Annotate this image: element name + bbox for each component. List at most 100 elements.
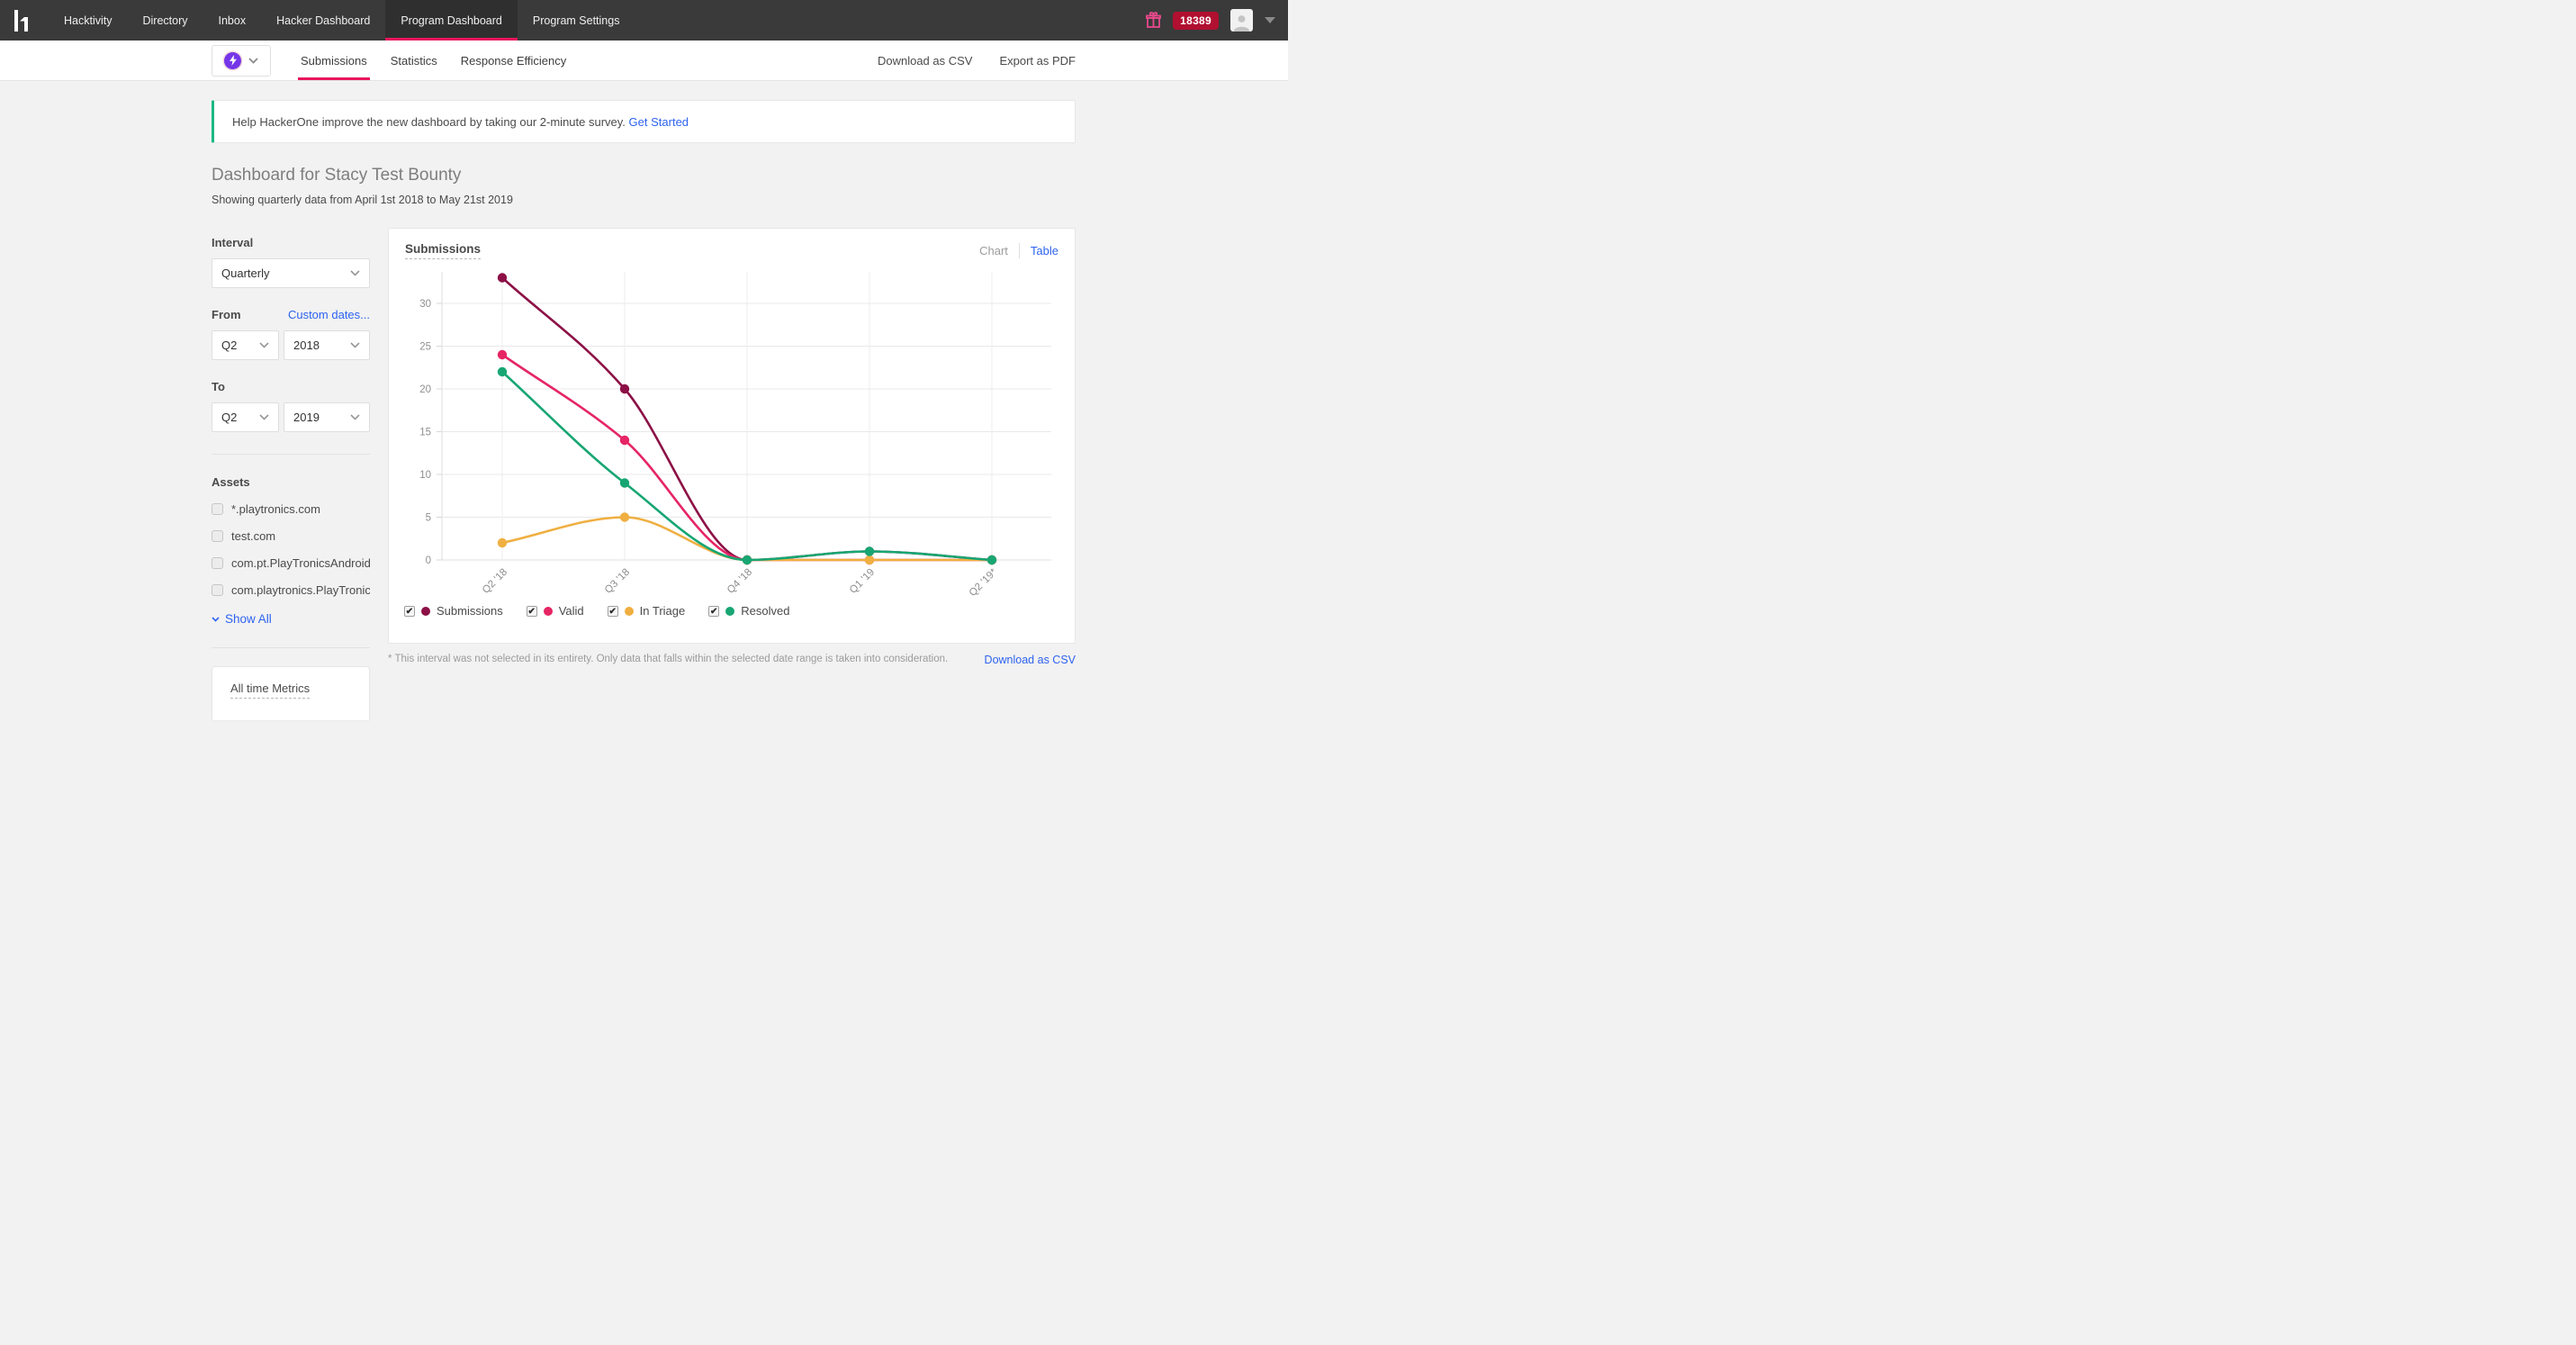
svg-text:25: 25 — [419, 342, 431, 353]
legend-checkbox[interactable]: ✔ — [527, 606, 537, 617]
legend-label: In Triage — [640, 604, 686, 618]
legend-checkbox[interactable]: ✔ — [404, 606, 415, 617]
data-point-resolved[interactable] — [620, 478, 629, 487]
data-point-submissions[interactable] — [620, 384, 629, 393]
asset-label: test.com — [231, 529, 275, 543]
legend-checkbox[interactable]: ✔ — [708, 606, 719, 617]
toggle-divider — [1019, 243, 1020, 258]
program-sub-navigation: SubmissionsStatisticsResponse Efficiency… — [0, 41, 1288, 81]
legend-checkbox[interactable]: ✔ — [608, 606, 618, 617]
tab-statistics[interactable]: Statistics — [379, 41, 449, 80]
interval-label: Interval — [212, 236, 370, 249]
chart-column: Submissions Chart Table 051015202530Q2 '… — [388, 228, 1076, 666]
from-quarter-value: Q2 — [221, 339, 237, 352]
legend-item-resolved: ✔ Resolved — [708, 604, 789, 618]
chevron-down-icon — [248, 58, 258, 64]
data-point-valid[interactable] — [498, 350, 507, 359]
user-avatar[interactable] — [1230, 9, 1253, 32]
topnav-item-directory[interactable]: Directory — [127, 0, 203, 41]
data-point-in-triage[interactable] — [498, 538, 507, 547]
from-year-select[interactable]: 2018 — [284, 330, 370, 360]
asset-checkbox[interactable] — [212, 557, 223, 569]
custom-dates-link[interactable]: Custom dates... — [288, 308, 370, 321]
asset-row: com.playtronics.PlayTronic... — [212, 583, 370, 597]
topnav-item-hacktivity[interactable]: Hacktivity — [49, 0, 127, 41]
sidebar-divider — [212, 454, 370, 455]
survey-banner: Help HackerOne improve the new dashboard… — [212, 100, 1076, 143]
data-point-resolved[interactable] — [987, 555, 996, 564]
view-table-toggle[interactable]: Table — [1031, 244, 1058, 257]
interval-select-value: Quarterly — [221, 266, 269, 280]
to-year-select[interactable]: 2019 — [284, 402, 370, 432]
asset-row: *.playtronics.com — [212, 502, 370, 516]
chevron-down-icon — [350, 414, 360, 420]
x-axis-label: Q2 '19* — [968, 566, 1000, 598]
legend-label: Valid — [559, 604, 584, 618]
asset-label: com.pt.PlayTronicsAndroid — [231, 556, 370, 570]
data-point-submissions[interactable] — [498, 273, 507, 282]
legend-color-dot — [725, 607, 734, 616]
chevron-down-icon — [259, 342, 269, 348]
tab-submissions[interactable]: Submissions — [289, 41, 379, 80]
download-as-csv-button[interactable]: Download as CSV — [878, 54, 973, 68]
chart-card-title[interactable]: Submissions — [405, 242, 481, 259]
asset-checkbox[interactable] — [212, 584, 223, 596]
legend-label: Resolved — [741, 604, 789, 618]
show-all-label: Show All — [225, 612, 272, 626]
show-all-assets-link[interactable]: Show All — [212, 612, 370, 626]
view-chart-toggle[interactable]: Chart — [979, 244, 1008, 257]
topnav-item-hacker-dashboard[interactable]: Hacker Dashboard — [261, 0, 385, 41]
svg-text:30: 30 — [419, 299, 431, 310]
export-as-pdf-button[interactable]: Export as PDF — [999, 54, 1076, 68]
asset-checkbox[interactable] — [212, 530, 223, 542]
gift-icon[interactable] — [1146, 12, 1161, 29]
to-year-value: 2019 — [293, 411, 320, 424]
topnav-item-program-dashboard[interactable]: Program Dashboard — [385, 0, 518, 41]
top-nav-right: 18389 — [1146, 0, 1275, 41]
chevron-down-icon — [350, 270, 360, 276]
x-axis-label: Q1 '19 — [848, 567, 877, 596]
account-menu-caret-icon[interactable] — [1265, 17, 1275, 23]
all-time-metrics-card: All time Metrics — [212, 666, 370, 720]
interval-footnote: * This interval was not selected in its … — [388, 654, 948, 666]
download-csv-link[interactable]: Download as CSV — [985, 654, 1076, 666]
asset-checkbox[interactable] — [212, 503, 223, 515]
asset-row: test.com — [212, 529, 370, 543]
assets-list: *.playtronics.com test.com com.pt.PlayTron… — [212, 502, 370, 597]
to-quarter-select[interactable]: Q2 — [212, 402, 279, 432]
tab-response-efficiency[interactable]: Response Efficiency — [449, 41, 579, 80]
person-icon — [1232, 13, 1251, 32]
legend-item-submissions: ✔Submissions — [404, 604, 503, 618]
h1-logo-icon — [13, 9, 32, 32]
export-actions: Download as CSV Export as PDF — [878, 41, 1076, 80]
program-avatar-icon — [224, 52, 241, 69]
chevron-down-icon — [212, 617, 220, 622]
legend-item-in-triage: ✔ In Triage — [608, 604, 686, 618]
to-quarter-value: Q2 — [221, 411, 237, 424]
notification-count-badge[interactable]: 18389 — [1173, 12, 1219, 30]
hackerone-logo[interactable] — [13, 0, 32, 41]
legend-item-valid: ✔ Valid — [527, 604, 584, 618]
asset-row: com.pt.PlayTronicsAndroid — [212, 556, 370, 570]
legend-color-dot — [625, 607, 634, 616]
survey-get-started-link[interactable]: Get Started — [629, 115, 689, 129]
chart-footer: * This interval was not selected in its … — [388, 654, 1076, 666]
data-point-valid[interactable] — [620, 436, 629, 445]
submissions-chart-card: Submissions Chart Table 051015202530Q2 '… — [388, 228, 1076, 644]
all-time-metrics-label[interactable]: All time Metrics — [230, 682, 310, 699]
assets-label: Assets — [212, 475, 370, 489]
data-point-in-triage[interactable] — [865, 555, 874, 564]
interval-select[interactable]: Quarterly — [212, 258, 370, 288]
page-subtitle: Showing quarterly data from April 1st 20… — [212, 194, 1288, 206]
data-point-resolved[interactable] — [498, 367, 507, 376]
topnav-item-program-settings[interactable]: Program Settings — [518, 0, 635, 41]
data-point-resolved[interactable] — [743, 555, 752, 564]
data-point-resolved[interactable] — [865, 546, 874, 555]
topnav-item-inbox[interactable]: Inbox — [203, 0, 262, 41]
program-selector-dropdown[interactable] — [212, 45, 271, 77]
from-quarter-select[interactable]: Q2 — [212, 330, 279, 360]
data-point-in-triage[interactable] — [620, 512, 629, 521]
filters-sidebar: Interval Quarterly From Custom dates... … — [212, 228, 370, 720]
chart-table-toggle: Chart Table — [979, 243, 1058, 258]
chevron-down-icon — [259, 414, 269, 420]
